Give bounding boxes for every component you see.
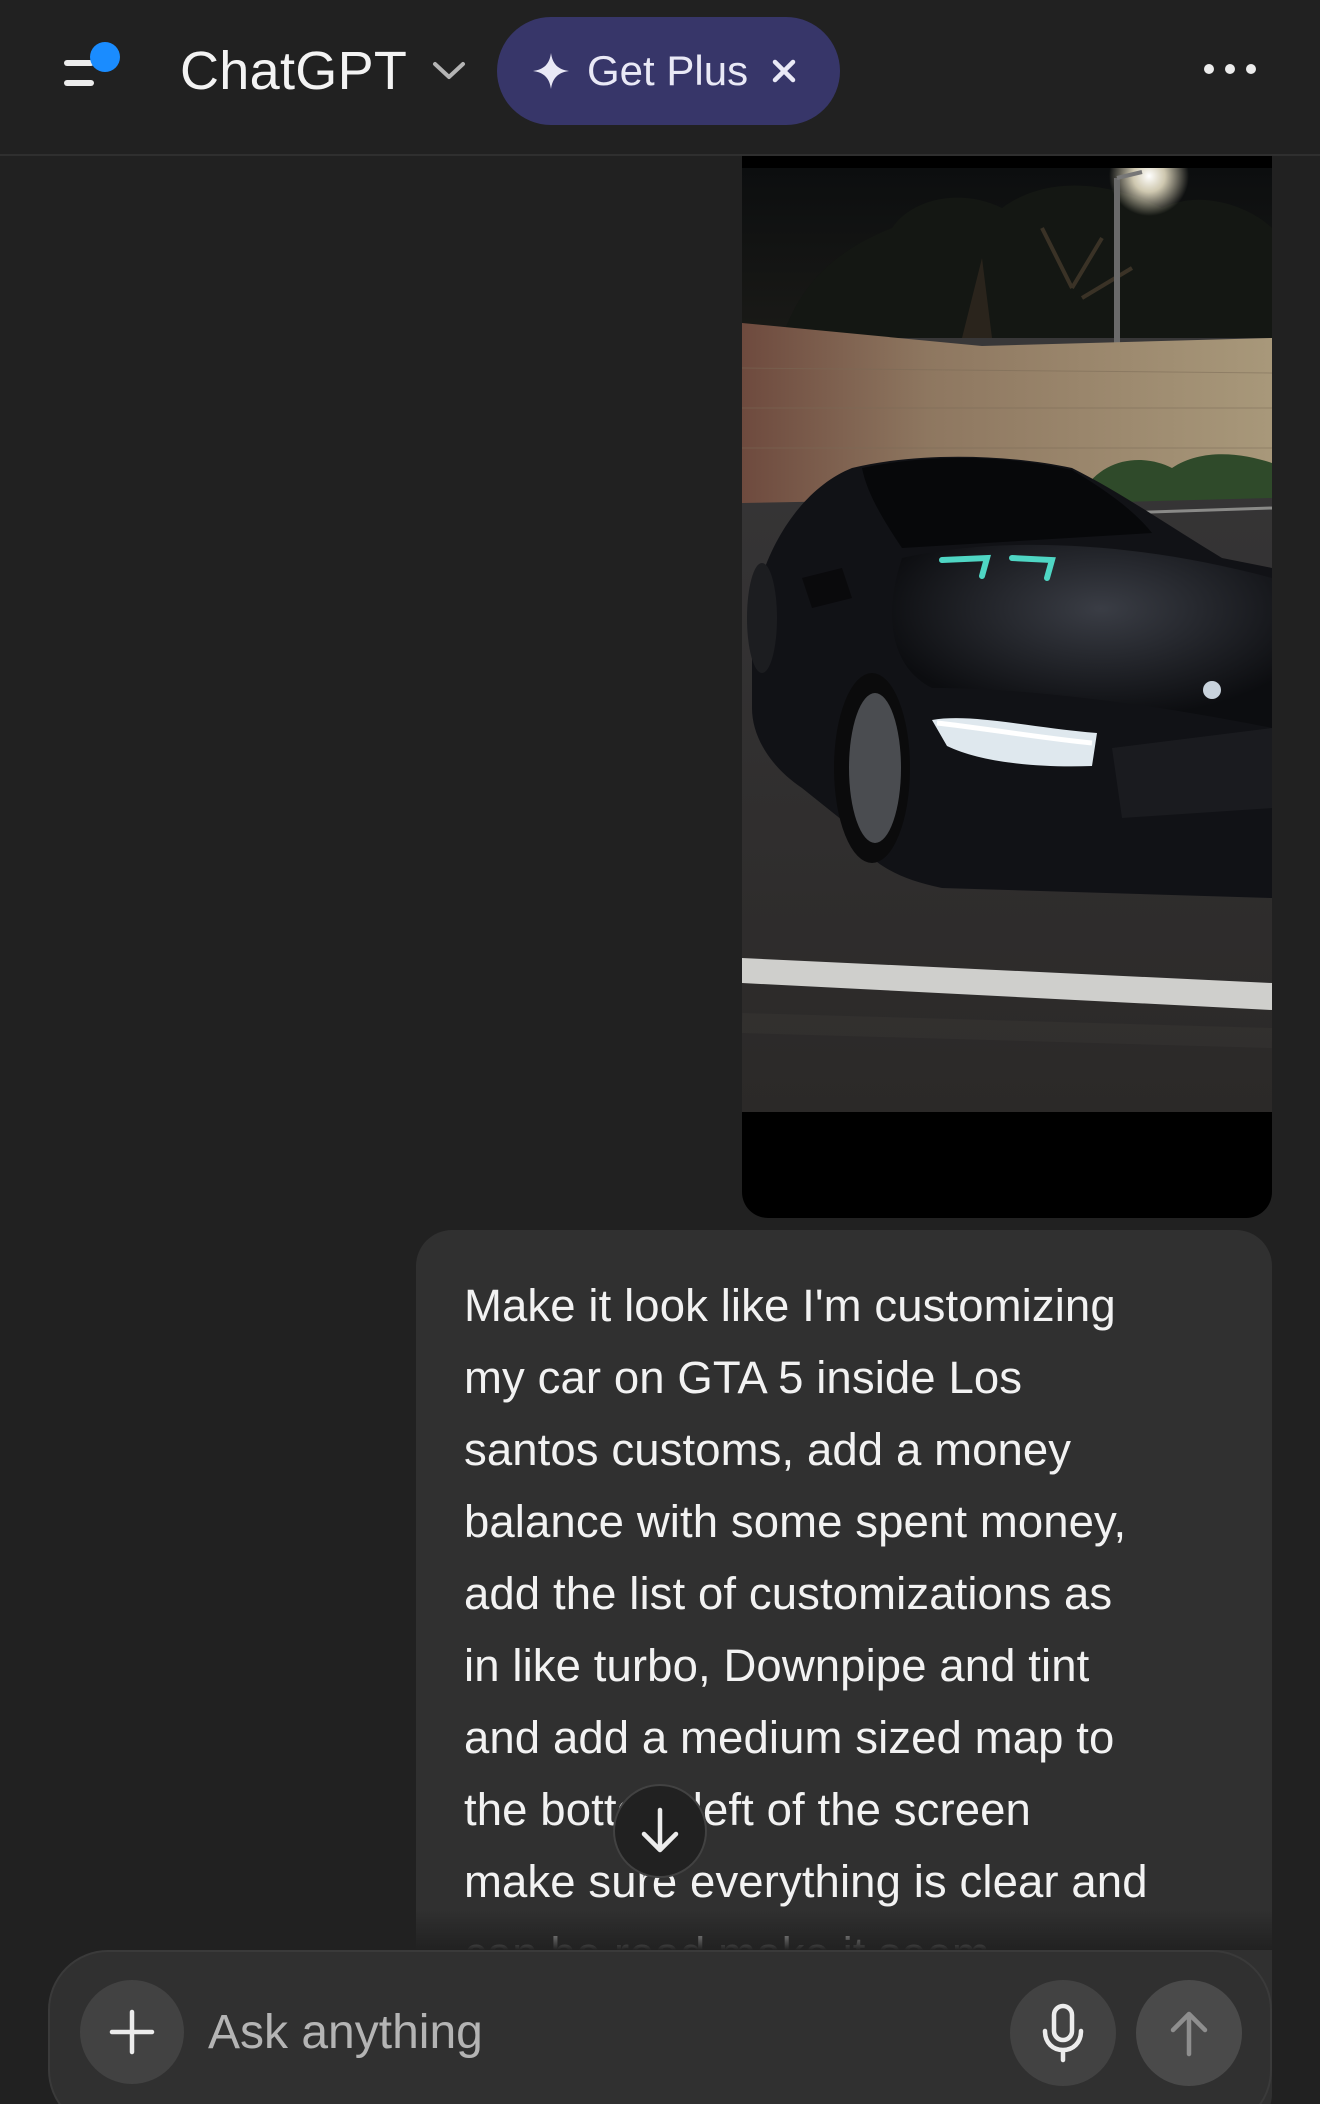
top-bar: ChatGPT Get Plus: [0, 0, 1320, 156]
get-plus-button[interactable]: Get Plus: [497, 17, 840, 125]
dot-icon: [1246, 64, 1256, 74]
model-name: ChatGPT: [180, 41, 408, 101]
sparkle-icon: [533, 53, 569, 89]
message-composer: [48, 1950, 1272, 2104]
dot-icon: [1225, 64, 1235, 74]
model-selector[interactable]: ChatGPT: [180, 36, 469, 106]
arrow-down-icon: [641, 1807, 679, 1853]
chevron-down-icon: [429, 51, 469, 91]
car-photo: [742, 168, 1272, 1112]
notification-dot: [90, 42, 120, 72]
sidebar-menu-button[interactable]: [58, 40, 128, 96]
add-attachment-button[interactable]: [80, 1980, 184, 2084]
composer-fade: [0, 1910, 1320, 1950]
close-icon[interactable]: [764, 51, 804, 91]
more-options-button[interactable]: [1204, 54, 1256, 84]
voice-input-button[interactable]: [1010, 1980, 1116, 2086]
user-message-text: Make it look like I'm customizing my car…: [464, 1280, 1148, 1979]
prompt-input[interactable]: [208, 1990, 768, 2074]
chat-app: ChatGPT Get Plus Make it look like I'm c…: [0, 0, 1320, 2104]
arrow-up-icon: [1170, 2011, 1208, 2057]
plus-icon: [109, 2009, 155, 2055]
get-plus-label: Get Plus: [587, 47, 749, 94]
dot-icon: [1204, 64, 1214, 74]
user-image-message[interactable]: [742, 156, 1272, 1218]
scroll-to-bottom-button[interactable]: [613, 1784, 707, 1878]
menu-line-icon: [64, 80, 94, 86]
microphone-icon: [1042, 2003, 1084, 2063]
menu-line-icon: [64, 60, 94, 66]
send-button[interactable]: [1136, 1980, 1242, 2086]
